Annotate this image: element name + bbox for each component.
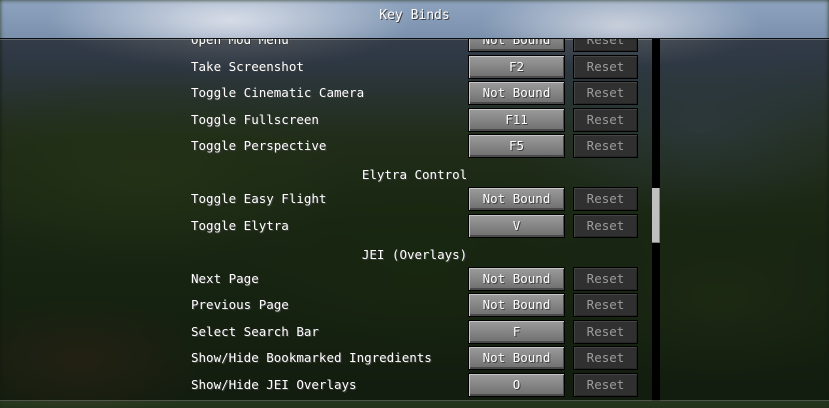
- keybind-label: Open Mod Menu: [191, 38, 289, 47]
- keybind-label: Next Page: [191, 271, 259, 286]
- reset-button[interactable]: Reset: [573, 267, 638, 291]
- keybind-button[interactable]: F11: [468, 108, 565, 132]
- reset-button[interactable]: Reset: [573, 346, 638, 370]
- reset-button[interactable]: Reset: [573, 108, 638, 132]
- keybind-label: Show/Hide Bookmarked Ingredients: [191, 350, 432, 365]
- keybind-button[interactable]: V: [468, 214, 565, 238]
- keybind-label: Toggle Cinematic Camera: [191, 85, 365, 100]
- keybind-list[interactable]: Open Mod Menu Not Bound Reset Take Scree…: [0, 38, 829, 401]
- reset-button[interactable]: Reset: [573, 293, 638, 317]
- reset-button[interactable]: Reset: [573, 214, 638, 238]
- keybind-button[interactable]: Not Bound: [468, 267, 565, 291]
- reset-button[interactable]: Reset: [573, 55, 638, 79]
- keybind-row-previous-page: Previous Page Not Bound Reset: [0, 293, 829, 317]
- keybind-label: Toggle Easy Flight: [191, 191, 327, 206]
- category-header-elytra: Elytra Control: [361, 167, 468, 182]
- keybind-button[interactable]: Not Bound: [468, 293, 565, 317]
- page-title: Key Binds: [379, 8, 450, 23]
- keybind-button[interactable]: F5: [468, 134, 565, 158]
- title-bar: Key Binds: [0, 0, 829, 38]
- keybind-row-take-screenshot: Take Screenshot F2 Reset: [0, 55, 829, 79]
- keybind-button[interactable]: Not Bound: [468, 39, 565, 52]
- keybind-row-bookmarked-ingredients: Show/Hide Bookmarked Ingredients Not Bou…: [0, 346, 829, 370]
- reset-button[interactable]: Reset: [573, 320, 638, 344]
- keybind-label: Select Search Bar: [191, 324, 319, 339]
- keybind-button[interactable]: Not Bound: [468, 81, 565, 105]
- keybind-button[interactable]: F: [468, 320, 565, 344]
- keybind-row-next-page: Next Page Not Bound Reset: [0, 267, 829, 291]
- scrollbar-thumb[interactable]: [652, 188, 660, 243]
- keybind-row-perspective: Toggle Perspective F5 Reset: [0, 134, 829, 158]
- keybind-row-open-mod-menu: Open Mod Menu Not Bound Reset: [0, 38, 829, 52]
- keybind-label: Show/Hide JEI Overlays: [191, 377, 357, 392]
- keybind-row-cinematic-camera: Toggle Cinematic Camera Not Bound Reset: [0, 81, 829, 105]
- keybind-label: Toggle Elytra: [191, 218, 289, 233]
- keybind-row-jei-overlays: Show/Hide JEI Overlays O Reset: [0, 373, 829, 397]
- keybind-label: Take Screenshot: [191, 59, 304, 74]
- keybind-button[interactable]: Not Bound: [468, 187, 565, 211]
- keybind-label: Previous Page: [191, 297, 289, 312]
- reset-button[interactable]: Reset: [573, 373, 638, 397]
- keybind-button[interactable]: F2: [468, 55, 565, 79]
- category-header-jei: JEI (Overlays): [361, 247, 468, 262]
- footer-area: [0, 401, 829, 408]
- keybind-row-fullscreen: Toggle Fullscreen F11 Reset: [0, 108, 829, 132]
- reset-button[interactable]: Reset: [573, 39, 638, 52]
- reset-button[interactable]: Reset: [573, 187, 638, 211]
- keybind-label: Toggle Fullscreen: [191, 112, 319, 127]
- keybind-button[interactable]: O: [468, 373, 565, 397]
- reset-button[interactable]: Reset: [573, 134, 638, 158]
- keybind-button[interactable]: Not Bound: [468, 346, 565, 370]
- keybind-label: Toggle Perspective: [191, 138, 327, 153]
- reset-button[interactable]: Reset: [573, 81, 638, 105]
- keybind-row-toggle-elytra: Toggle Elytra V Reset: [0, 214, 829, 238]
- keybind-row-select-search-bar: Select Search Bar F Reset: [0, 320, 829, 344]
- keybind-row-easy-flight: Toggle Easy Flight Not Bound Reset: [0, 187, 829, 211]
